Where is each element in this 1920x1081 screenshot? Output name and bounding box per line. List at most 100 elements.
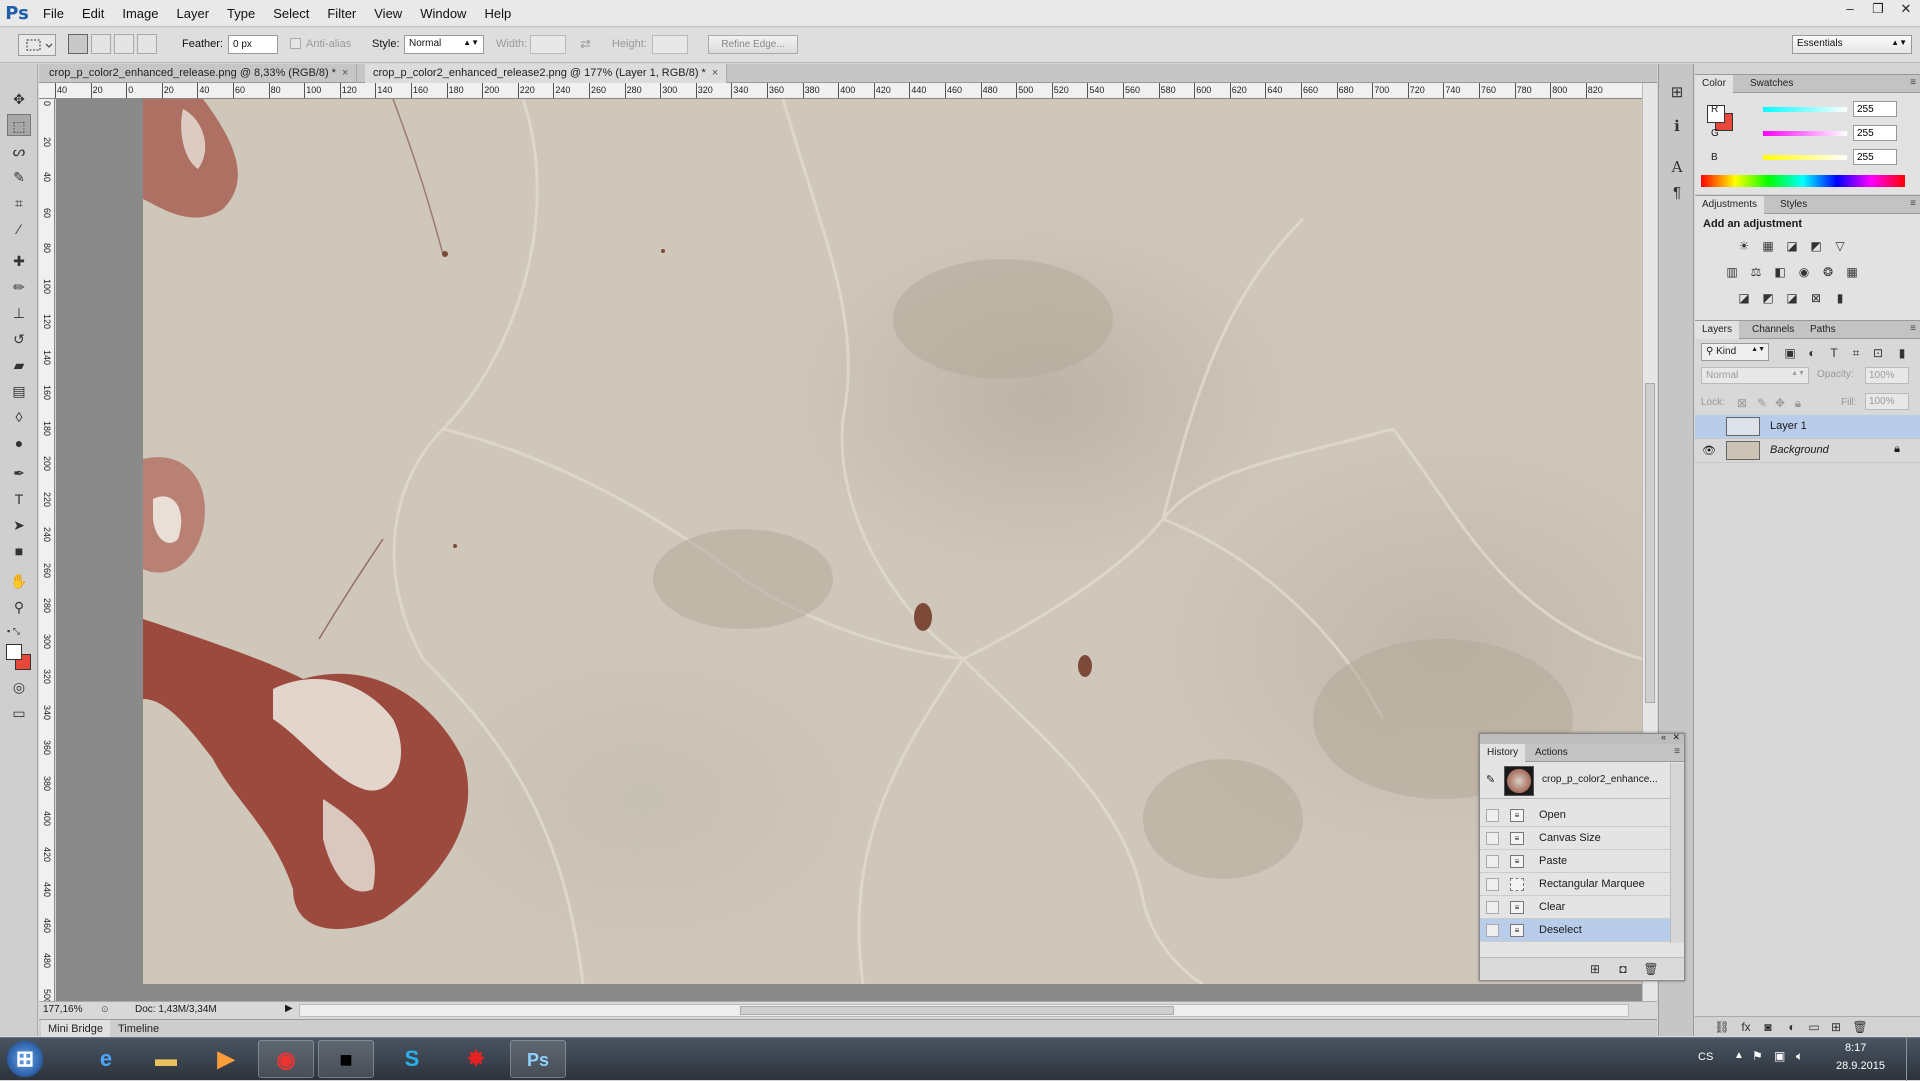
new-group-icon[interactable]: ▭ bbox=[1805, 1019, 1823, 1035]
filter-type-icon[interactable]: T bbox=[1825, 345, 1843, 361]
close-icon[interactable]: × bbox=[712, 67, 718, 79]
curves-icon[interactable]: ◪ bbox=[1783, 238, 1801, 254]
width-input[interactable] bbox=[530, 35, 566, 54]
history-scrollbar[interactable] bbox=[1670, 763, 1684, 943]
exposure-icon[interactable]: ◩ bbox=[1807, 238, 1825, 254]
layer-style-icon[interactable]: fx bbox=[1737, 1019, 1755, 1035]
skype-icon[interactable]: S bbox=[384, 1040, 440, 1078]
history-checkbox[interactable] bbox=[1486, 809, 1499, 822]
panel-menu-icon[interactable]: ≡ bbox=[1674, 746, 1680, 757]
history-state-deselect[interactable]: ≡ Deselect bbox=[1480, 919, 1670, 942]
screen-mode-icon[interactable]: ▭ bbox=[7, 702, 31, 724]
new-document-from-state-icon[interactable]: ⊞ bbox=[1586, 961, 1604, 977]
selective-color-icon[interactable]: ⊠ bbox=[1807, 290, 1825, 306]
new-layer-icon[interactable]: ⊞ bbox=[1827, 1019, 1845, 1035]
menu-view[interactable]: View bbox=[365, 0, 411, 27]
history-brush-icon[interactable]: ✎ bbox=[1486, 773, 1495, 786]
vibrance-icon[interactable]: ▽ bbox=[1831, 238, 1849, 254]
status-icon[interactable]: ⊙ bbox=[101, 1004, 109, 1015]
crop-tool-icon[interactable]: ⌗ bbox=[7, 192, 31, 214]
opacity-input[interactable]: 100% bbox=[1865, 367, 1909, 384]
horizontal-scrollbar[interactable] bbox=[299, 1004, 1629, 1017]
hue-saturation-icon[interactable]: ▥ bbox=[1723, 264, 1741, 280]
panel-menu-icon[interactable]: ≡ bbox=[1910, 198, 1916, 209]
intersect-selection-button[interactable] bbox=[137, 34, 157, 54]
filter-shape-icon[interactable]: ⌗ bbox=[1847, 345, 1865, 361]
lock-position-icon[interactable]: ✥ bbox=[1771, 395, 1789, 411]
red-value-input[interactable] bbox=[1853, 101, 1897, 117]
type-tool-icon[interactable]: T bbox=[7, 488, 31, 510]
quick-mask-icon[interactable]: ◎ bbox=[7, 676, 31, 698]
style-select[interactable]: Normal ▲▼ bbox=[404, 35, 484, 54]
blue-track[interactable] bbox=[1763, 155, 1847, 160]
history-checkbox[interactable] bbox=[1486, 832, 1499, 845]
new-adjustment-layer-icon[interactable]: ◐ bbox=[1783, 1019, 1801, 1035]
red-splash-app-icon[interactable]: ✸ bbox=[448, 1040, 504, 1078]
blur-tool-icon[interactable]: ◊ bbox=[7, 406, 31, 428]
history-checkbox[interactable] bbox=[1486, 878, 1499, 891]
invert-icon[interactable]: ◪ bbox=[1735, 290, 1753, 306]
gradient-map-icon[interactable]: ▮ bbox=[1831, 290, 1849, 306]
fill-input[interactable]: 100% bbox=[1865, 393, 1909, 410]
tab-actions[interactable]: Actions bbox=[1528, 744, 1575, 762]
menu-help[interactable]: Help bbox=[475, 0, 520, 27]
history-checkbox[interactable] bbox=[1486, 901, 1499, 914]
vertical-scroll-thumb[interactable] bbox=[1645, 383, 1655, 703]
zoom-tool-icon[interactable]: ⚲ bbox=[7, 596, 31, 618]
media-player-icon[interactable]: ▶ bbox=[198, 1040, 254, 1078]
menu-select[interactable]: Select bbox=[264, 0, 318, 27]
close-button[interactable]: ✕ bbox=[1892, 0, 1920, 20]
zoom-level[interactable]: 177,16% bbox=[43, 1004, 82, 1015]
volume-icon[interactable]: 🔈︎ bbox=[1796, 1049, 1803, 1064]
collapse-icon[interactable]: « bbox=[1661, 732, 1666, 742]
path-selection-tool-icon[interactable]: ➤ bbox=[7, 514, 31, 536]
blue-slider[interactable]: B bbox=[1703, 149, 1913, 167]
new-selection-button[interactable] bbox=[68, 34, 88, 54]
history-state-open[interactable]: ≡ Open bbox=[1480, 804, 1670, 827]
show-desktop-button[interactable] bbox=[1906, 1038, 1920, 1081]
info-panel-icon[interactable]: ℹ bbox=[1665, 116, 1689, 138]
paragraph-panel-icon[interactable]: ¶ bbox=[1665, 182, 1689, 204]
camera-icon[interactable]: ◘ bbox=[1614, 961, 1632, 977]
filter-pixel-icon[interactable]: ▣ bbox=[1781, 345, 1799, 361]
chrome-icon[interactable]: ◉ bbox=[258, 1040, 314, 1078]
character-panel-icon[interactable]: A bbox=[1665, 156, 1689, 178]
eyedropper-tool-icon[interactable]: ⁄ bbox=[7, 218, 31, 240]
minimize-button[interactable]: – bbox=[1836, 0, 1864, 20]
panel-menu-icon[interactable]: ≡ bbox=[1910, 323, 1916, 334]
antialias-checkbox[interactable] bbox=[290, 38, 301, 49]
history-snapshot[interactable]: ✎ crop_p_color2_enhance... bbox=[1480, 763, 1670, 799]
workspace-switcher[interactable]: Essentials ▲▼ bbox=[1792, 35, 1912, 54]
color-balance-icon[interactable]: ⚖ bbox=[1747, 264, 1765, 280]
filter-toggle-icon[interactable]: ▮ bbox=[1893, 345, 1911, 361]
language-indicator[interactable]: CS bbox=[1698, 1051, 1713, 1063]
color-spectrum-bar[interactable] bbox=[1701, 175, 1905, 187]
tab-adjustments[interactable]: Adjustments bbox=[1695, 196, 1765, 214]
menu-edit[interactable]: Edit bbox=[73, 0, 113, 27]
levels-icon[interactable]: ▦ bbox=[1759, 238, 1777, 254]
network-icon[interactable]: ▣ bbox=[1774, 1049, 1785, 1063]
restore-button[interactable]: ❐ bbox=[1864, 0, 1892, 20]
menu-file[interactable]: File bbox=[34, 0, 73, 27]
layer-row-layer-1[interactable]: Layer 1 bbox=[1695, 415, 1920, 439]
tab-document-1[interactable]: crop_p_color2_enhanced_release.png @ 8,3… bbox=[41, 64, 358, 83]
tab-channels[interactable]: Channels bbox=[1745, 321, 1801, 339]
eraser-tool-icon[interactable]: ▰ bbox=[7, 354, 31, 376]
green-track[interactable] bbox=[1763, 131, 1847, 136]
history-state-paste[interactable]: ≡ Paste bbox=[1480, 850, 1670, 873]
visibility-toggle[interactable] bbox=[1701, 419, 1717, 435]
color-lookup-icon[interactable]: ▦ bbox=[1843, 264, 1861, 280]
rectangular-marquee-tool-icon[interactable]: ⬚ bbox=[7, 114, 31, 136]
green-slider[interactable]: G bbox=[1703, 125, 1913, 143]
brush-tool-icon[interactable]: ✏ bbox=[7, 276, 31, 298]
history-state-clear[interactable]: ≡ Clear bbox=[1480, 896, 1670, 919]
tab-paths[interactable]: Paths bbox=[1803, 321, 1843, 339]
refine-edge-button[interactable]: Refine Edge... bbox=[708, 35, 798, 54]
lock-all-icon[interactable]: 🔒︎ bbox=[1789, 395, 1807, 411]
rectangle-tool-icon[interactable]: ■ bbox=[7, 540, 31, 562]
history-state-canvas-size[interactable]: ≡ Canvas Size bbox=[1480, 827, 1670, 850]
history-checkbox[interactable] bbox=[1486, 855, 1499, 868]
delete-layer-icon[interactable]: 🗑︎ bbox=[1851, 1019, 1869, 1035]
menu-image[interactable]: Image bbox=[113, 0, 167, 27]
tab-document-2[interactable]: crop_p_color2_enhanced_release2.png @ 17… bbox=[365, 64, 728, 83]
